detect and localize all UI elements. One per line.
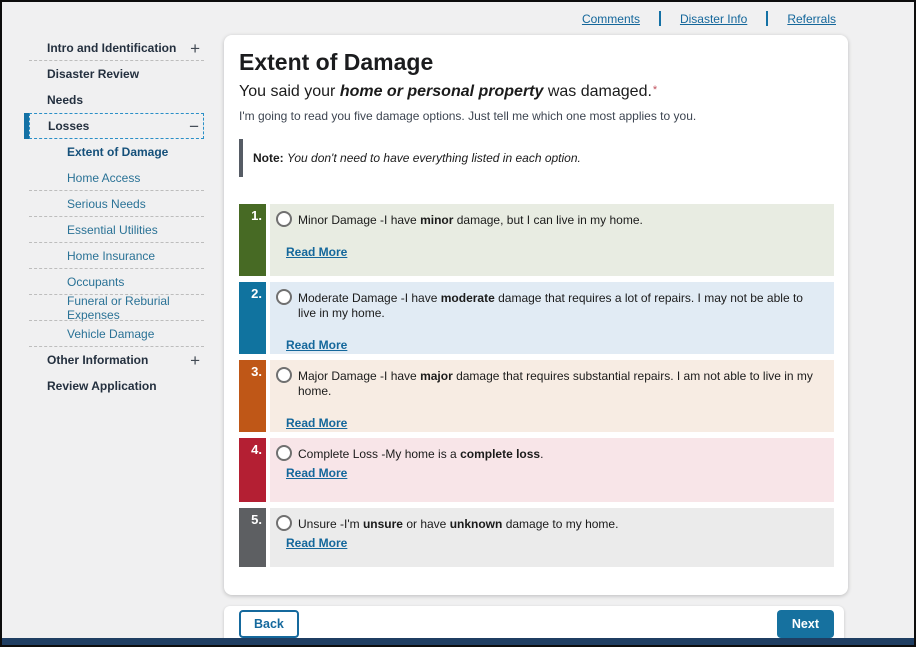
sidebar-item-label: Essential Utilities [29, 223, 158, 237]
sidebar-nav: Intro and Identification + Disaster Revi… [2, 35, 224, 399]
damage-option-row: 1. Minor Damage -I have minor damage, bu… [239, 204, 834, 276]
read-more-link[interactable]: Read More [286, 536, 347, 550]
sidebar-item-label: Home Insurance [29, 249, 155, 263]
radio-button[interactable] [276, 289, 292, 305]
back-button[interactable]: Back [239, 610, 299, 638]
sidebar-item-label: Review Application [29, 379, 157, 393]
plus-icon[interactable]: + [190, 352, 200, 369]
question-emphasis: home or personal property [340, 83, 544, 100]
sidebar-item-label: Funeral or Reburial Expenses [29, 294, 204, 322]
plus-icon[interactable]: + [190, 40, 200, 57]
radio-button[interactable] [276, 367, 292, 383]
question-prefix: You said your [239, 83, 340, 100]
sidebar-item-label: Serious Needs [29, 197, 146, 211]
sidebar-item-label: Other Information [29, 353, 148, 367]
app-window: Comments Disaster Info Referrals Intro a… [0, 0, 916, 647]
sidebar-item-disaster-review[interactable]: Disaster Review [29, 61, 204, 87]
sidebar-item-label: Occupants [29, 275, 124, 289]
option-number-badge: 1. [239, 204, 266, 276]
option-label: Minor Damage -I have minor damage, but I… [298, 211, 643, 228]
nav-divider [766, 11, 768, 26]
sidebar-item-essential-utilities[interactable]: Essential Utilities [29, 217, 204, 243]
sidebar-item-label: Intro and Identification [29, 41, 176, 55]
sidebar-item-needs[interactable]: Needs [29, 87, 204, 113]
question-text: You said your home or personal property … [239, 83, 834, 101]
sidebar-item-losses[interactable]: Losses − [29, 113, 204, 139]
sidebar-item-serious-needs[interactable]: Serious Needs [29, 191, 204, 217]
top-nav: Comments Disaster Info Referrals [2, 2, 914, 35]
option-body: Minor Damage -I have minor damage, but I… [270, 204, 834, 276]
option-line: Minor Damage -I have minor damage, but I… [276, 211, 824, 228]
damage-option-row: 5. Unsure -I'm unsure or have unknown da… [239, 508, 834, 567]
next-button[interactable]: Next [777, 610, 834, 638]
sidebar-item-label: Home Access [29, 171, 140, 185]
damage-option-row: 3. Major Damage -I have major damage tha… [239, 360, 834, 432]
option-body: Unsure -I'm unsure or have unknown damag… [270, 508, 834, 567]
top-link-disaster-info[interactable]: Disaster Info [680, 12, 747, 26]
note-text: You don't need to have everything listed… [287, 151, 581, 165]
sidebar-item-occupants[interactable]: Occupants [29, 269, 204, 295]
option-line: Moderate Damage -I have moderate damage … [276, 289, 824, 321]
main-card: Extent of Damage You said your home or p… [224, 35, 848, 595]
option-label: Complete Loss -My home is a complete los… [298, 445, 543, 462]
top-link-comments[interactable]: Comments [582, 12, 640, 26]
instruction-text: I'm going to read you five damage option… [239, 109, 834, 123]
sidebar-item-label: Needs [29, 93, 83, 107]
option-label: Moderate Damage -I have moderate damage … [298, 289, 824, 321]
radio-button[interactable] [276, 211, 292, 227]
option-body: Major Damage -I have major damage that r… [270, 360, 834, 432]
option-body: Complete Loss -My home is a complete los… [270, 438, 834, 502]
bottom-accent-bar [2, 638, 914, 645]
option-line: Major Damage -I have major damage that r… [276, 367, 824, 399]
sidebar-item-intro-and-identification[interactable]: Intro and Identification + [29, 35, 204, 61]
note-box: Note: You don't need to have everything … [239, 139, 834, 177]
question-suffix: was damaged. [543, 83, 652, 100]
damage-option-row: 2. Moderate Damage -I have moderate dama… [239, 282, 834, 354]
sidebar-item-vehicle-damage[interactable]: Vehicle Damage [29, 321, 204, 347]
page-title: Extent of Damage [239, 49, 834, 76]
option-line: Unsure -I'm unsure or have unknown damag… [276, 515, 824, 532]
sidebar-item-label: Extent of Damage [29, 145, 168, 159]
sidebar-item-label: Losses [30, 119, 89, 133]
nav-divider [659, 11, 661, 26]
read-more-link[interactable]: Read More [286, 466, 347, 480]
required-marker: * [653, 84, 657, 96]
option-number-badge: 3. [239, 360, 266, 432]
radio-button[interactable] [276, 515, 292, 531]
option-number-badge: 4. [239, 438, 266, 502]
read-more-link[interactable]: Read More [286, 416, 347, 430]
damage-option-row: 4. Complete Loss -My home is a complete … [239, 438, 834, 502]
sidebar-item-label: Vehicle Damage [29, 327, 154, 341]
top-link-referrals[interactable]: Referrals [787, 12, 836, 26]
sidebar-item-review-application[interactable]: Review Application [29, 373, 204, 399]
read-more-link[interactable]: Read More [286, 245, 347, 259]
option-number-badge: 2. [239, 282, 266, 354]
minus-icon[interactable]: − [189, 118, 199, 135]
sidebar-item-home-access[interactable]: Home Access [29, 165, 204, 191]
option-line: Complete Loss -My home is a complete los… [276, 445, 824, 462]
sidebar-item-extent-of-damage[interactable]: Extent of Damage [29, 139, 204, 165]
note-label: Note: [253, 151, 284, 165]
option-label: Unsure -I'm unsure or have unknown damag… [298, 515, 618, 532]
footer-bar: Back Next [224, 606, 844, 642]
option-label: Major Damage -I have major damage that r… [298, 367, 824, 399]
radio-button[interactable] [276, 445, 292, 461]
sidebar-item-home-insurance[interactable]: Home Insurance [29, 243, 204, 269]
sidebar-item-label: Disaster Review [29, 67, 139, 81]
sidebar-item-funeral-or-reburial-expenses[interactable]: Funeral or Reburial Expenses [29, 295, 204, 321]
sidebar-item-other-information[interactable]: Other Information + [29, 347, 204, 373]
option-number-badge: 5. [239, 508, 266, 567]
option-body: Moderate Damage -I have moderate damage … [270, 282, 834, 354]
read-more-link[interactable]: Read More [286, 338, 347, 352]
damage-options-list: 1. Minor Damage -I have minor damage, bu… [239, 204, 834, 567]
